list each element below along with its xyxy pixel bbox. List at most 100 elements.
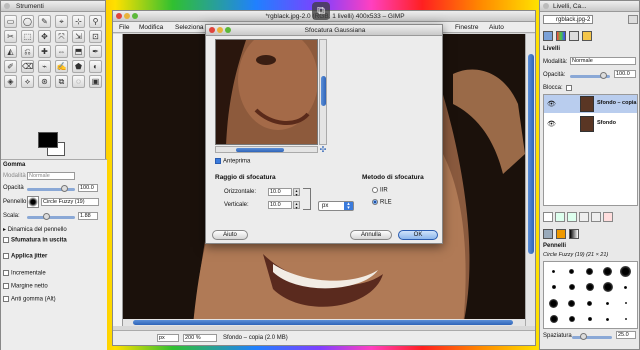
foreground-color-swatch-front[interactable]: [38, 132, 58, 148]
tool-button-icon[interactable]: ⊡: [89, 30, 102, 43]
brush-thumbnail[interactable]: [546, 264, 561, 278]
eye-icon[interactable]: 👁: [547, 120, 556, 128]
brush-thumbnail[interactable]: [618, 264, 633, 278]
tool-button-icon[interactable]: ⎌: [21, 45, 34, 58]
brush-thumbnail[interactable]: [546, 296, 561, 310]
layer-row[interactable]: 👁 Sfondo – copia: [544, 95, 637, 113]
preview-toggle[interactable]: Anteprima: [215, 158, 250, 165]
menu-file[interactable]: File: [119, 24, 129, 31]
menu-seleziona[interactable]: Seleziona: [175, 24, 204, 31]
dialog-minimize-icon[interactable]: [217, 27, 223, 33]
vertical-scrollbar[interactable]: [525, 34, 535, 326]
tool-button-icon[interactable]: ⌖: [55, 15, 68, 28]
apply-jitter-option[interactable]: Applica jitter: [3, 253, 47, 260]
tool-button-icon[interactable]: ✎: [38, 15, 51, 28]
opacity-slider[interactable]: [27, 185, 75, 192]
tool-button-icon[interactable]: ⊹: [72, 15, 85, 28]
tool-button-icon[interactable]: ◈: [4, 75, 17, 88]
vertical-field[interactable]: 10.0: [268, 201, 292, 209]
tool-button-icon[interactable]: ⬒: [72, 45, 85, 58]
brush-thumbnail[interactable]: [564, 312, 579, 326]
tool-button-icon[interactable]: ✒: [89, 45, 102, 58]
anchor-layer-icon[interactable]: [591, 212, 601, 222]
preview-vscroll[interactable]: [319, 39, 327, 145]
tool-button-icon[interactable]: ⚲: [89, 15, 102, 28]
brush-dynamics-expander[interactable]: ▸ Dinamica del pennello: [3, 226, 67, 233]
incremental-option[interactable]: Incrementale: [3, 270, 46, 277]
new-layer-icon[interactable]: [543, 212, 553, 222]
hard-edge-option[interactable]: Margine netto: [3, 283, 48, 290]
preview-hscroll[interactable]: [215, 146, 318, 153]
menu-finestre[interactable]: Finestre: [455, 24, 478, 31]
chain-link-icon[interactable]: [303, 188, 311, 210]
spacing-field[interactable]: 25.0: [616, 331, 636, 339]
horizontal-scrollbar[interactable]: [123, 319, 525, 326]
auto-button[interactable]: [628, 15, 638, 24]
cancel-button[interactable]: Annulla: [350, 230, 392, 240]
tool-button-icon[interactable]: ◐: [89, 60, 102, 73]
unit-dropdown[interactable]: px ▴ ▾: [318, 201, 354, 211]
channels-tab-icon[interactable]: [556, 31, 566, 41]
tool-button-icon[interactable]: ◭: [4, 45, 17, 58]
patterns-tab-icon[interactable]: [556, 229, 566, 239]
menu-modifica[interactable]: Modifica: [139, 24, 163, 31]
brush-thumbnail[interactable]: [600, 312, 615, 326]
tool-button-icon[interactable]: ⤧: [55, 30, 68, 43]
help-button[interactable]: Aiuto: [212, 230, 248, 240]
zoom-select[interactable]: 200 %: [183, 334, 217, 342]
tool-button-icon[interactable]: ▭: [4, 15, 17, 28]
anti-erase-option[interactable]: Anti gomma (Alt): [3, 296, 56, 303]
brushes-tab-icon[interactable]: [543, 229, 553, 239]
brush-thumbnail[interactable]: [564, 280, 579, 294]
paths-tab-icon[interactable]: [569, 31, 579, 41]
horizontal-field[interactable]: 10.0: [268, 188, 292, 196]
tool-button-icon[interactable]: ◯: [21, 15, 34, 28]
layer-opacity-field[interactable]: 100.0: [614, 70, 636, 78]
tool-button-icon[interactable]: ⧉: [55, 75, 68, 88]
tool-button-icon[interactable]: ⌫: [21, 60, 34, 73]
layer-row[interactable]: 👁 Sfondo: [544, 115, 637, 133]
tool-button-icon[interactable]: ⬟: [72, 60, 85, 73]
tool-button-icon[interactable]: ⬚: [21, 30, 34, 43]
mode-select[interactable]: Normale: [27, 172, 75, 180]
layer-opacity-slider[interactable]: [570, 72, 610, 79]
tool-button-icon[interactable]: ⟡: [21, 75, 34, 88]
fade-out-option[interactable]: Sfumatura in uscita: [3, 237, 67, 244]
ok-button[interactable]: OK: [398, 230, 438, 240]
brush-thumbnail[interactable]: [546, 280, 561, 294]
preview-pane[interactable]: [215, 39, 318, 145]
tool-button-icon[interactable]: ✂: [4, 30, 17, 43]
brush-thumbnail[interactable]: [600, 280, 615, 294]
tool-button-icon[interactable]: ⌁: [38, 60, 51, 73]
brush-thumbnail[interactable]: [618, 280, 633, 294]
layer-mode-select[interactable]: Normale: [570, 57, 636, 65]
scale-field[interactable]: 1.88: [78, 212, 98, 220]
brush-grid[interactable]: [543, 261, 638, 329]
tool-button-icon[interactable]: ✍: [55, 60, 68, 73]
brush-thumbnail[interactable]: [546, 312, 561, 326]
lock-alpha-checkbox[interactable]: [566, 85, 572, 91]
opacity-field[interactable]: 100.0: [78, 184, 98, 192]
lower-layer-icon[interactable]: [567, 212, 577, 222]
brush-thumbnail[interactable]: [618, 296, 633, 310]
spacing-slider[interactable]: [572, 333, 612, 340]
horizontal-spinner[interactable]: ▴ ▾: [293, 188, 300, 197]
brush-thumbnail[interactable]: [582, 296, 597, 310]
brush-thumbnail[interactable]: [618, 312, 633, 326]
tool-button-icon[interactable]: ▣: [89, 75, 102, 88]
tool-button-icon[interactable]: ⇔: [55, 45, 68, 58]
tool-button-icon[interactable]: ✚: [38, 45, 51, 58]
method-rle-radio[interactable]: RLE: [372, 199, 392, 206]
undo-tab-icon[interactable]: [582, 31, 592, 41]
dialog-close-icon[interactable]: [209, 27, 215, 33]
minimize-icon[interactable]: [124, 13, 130, 19]
brush-thumbnail[interactable]: [600, 296, 615, 310]
brush-name-field[interactable]: Circle Fuzzy (19): [41, 198, 99, 206]
brush-thumbnail[interactable]: [582, 280, 597, 294]
tool-button-icon[interactable]: ✐: [4, 60, 17, 73]
delete-layer-icon[interactable]: [603, 212, 613, 222]
layers-tab-icon[interactable]: [543, 31, 553, 41]
duplicate-layer-icon[interactable]: [579, 212, 589, 222]
tool-button-icon[interactable]: ✥: [38, 30, 51, 43]
brush-preview[interactable]: [27, 196, 39, 208]
